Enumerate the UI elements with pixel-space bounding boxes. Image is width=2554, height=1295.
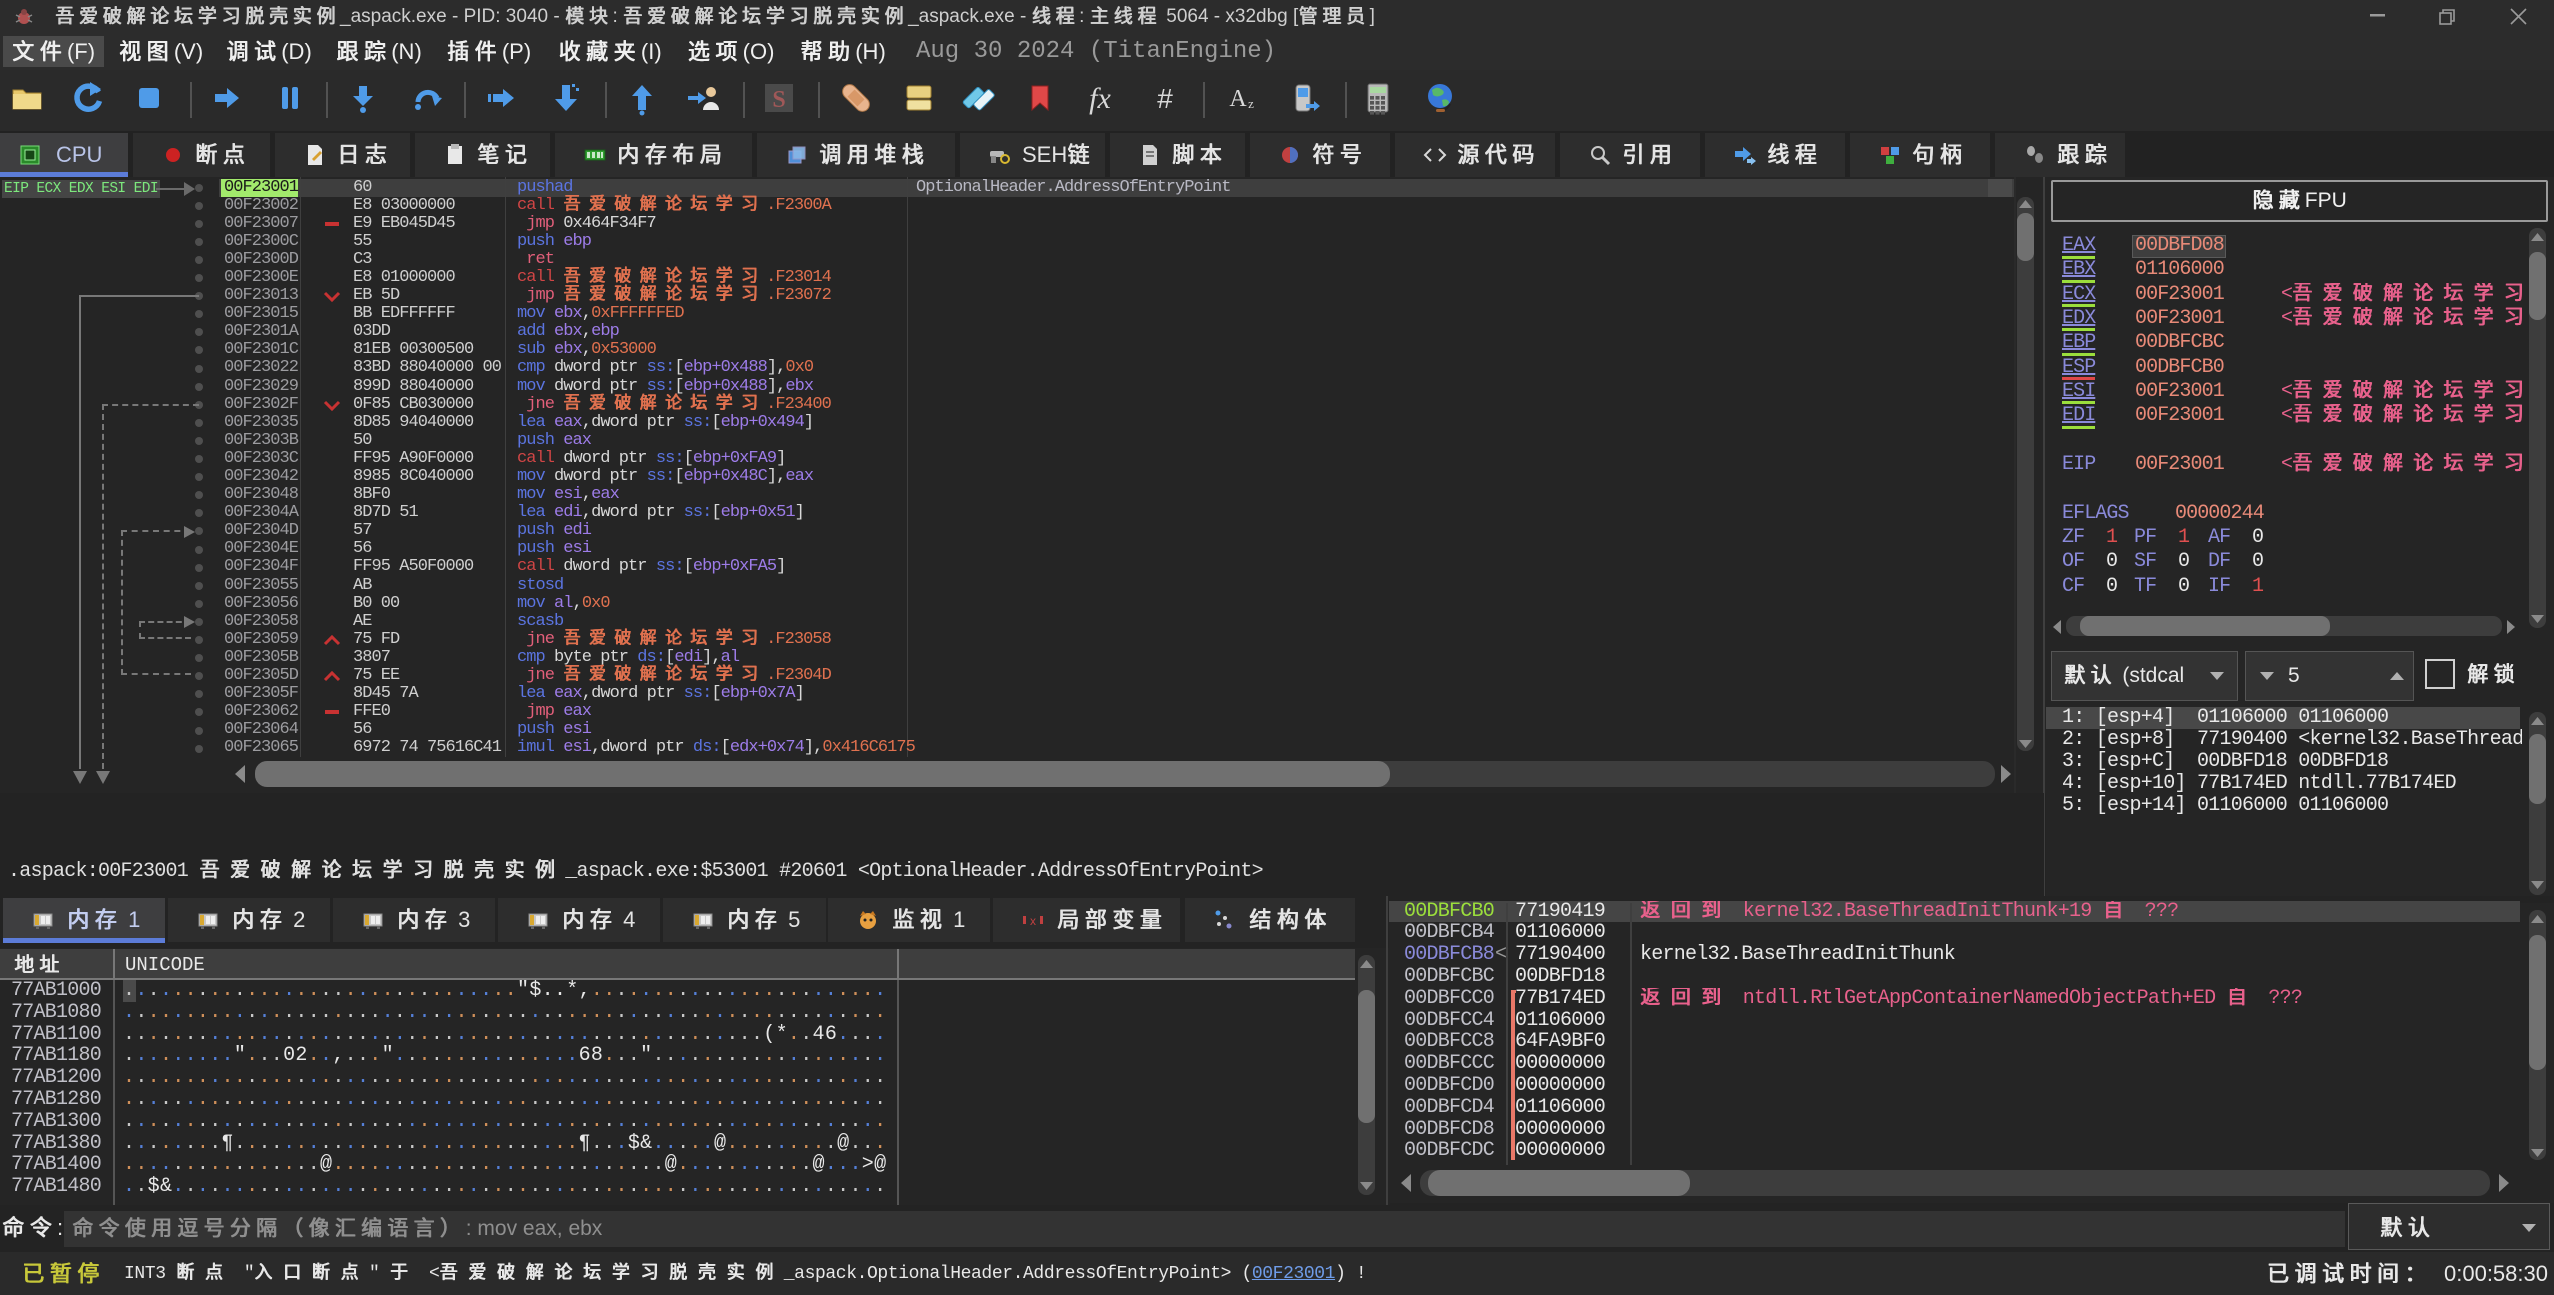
svg-text:S: S	[772, 87, 785, 113]
svg-text:fx: fx	[1089, 82, 1111, 115]
svg-text:z: z	[1248, 96, 1254, 111]
svg-text:A: A	[1229, 86, 1247, 112]
svg-text:x: x	[1030, 914, 1036, 928]
svg-text:#: #	[1157, 83, 1173, 114]
